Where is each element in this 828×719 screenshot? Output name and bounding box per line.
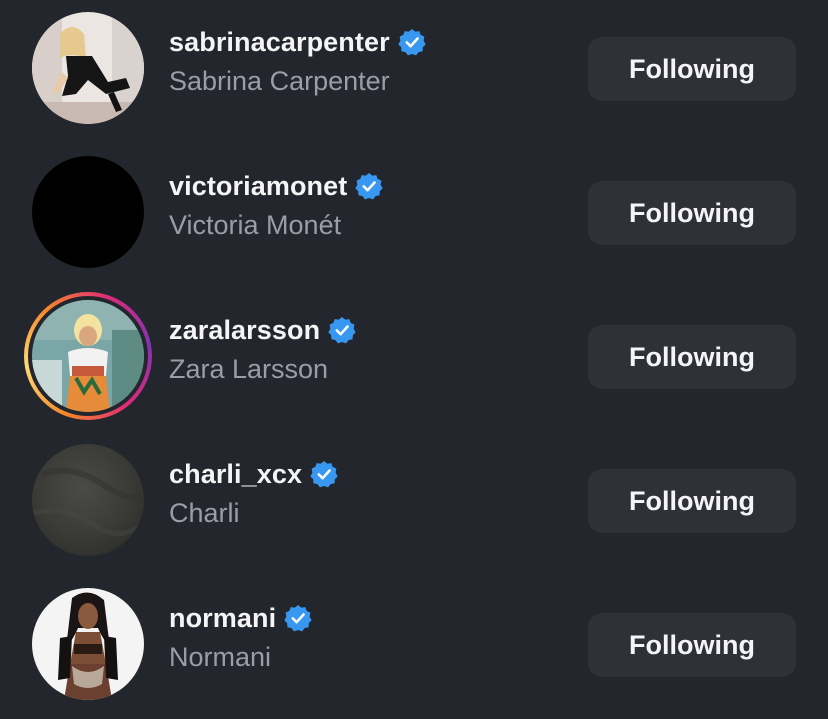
following-button[interactable]: Following [588,37,796,101]
full-name: Sabrina Carpenter [169,66,390,96]
verified-badge-icon [310,461,338,488]
list-item[interactable]: victoriamonet Victoria Monét Following [0,146,828,276]
following-button[interactable]: Following [588,613,796,677]
list-item[interactable]: charli_xcx Charli Following [0,434,828,564]
following-list: sabrinacarpenter Sabrina Carpenter Follo… [0,0,828,719]
full-name: Victoria Monét [169,210,342,240]
avatar[interactable] [32,444,144,556]
username[interactable]: normani [169,603,276,634]
avatar[interactable] [32,588,144,700]
username[interactable]: victoriamonet [169,171,347,202]
username[interactable]: charli_xcx [169,459,302,490]
avatar[interactable] [32,12,144,124]
verified-badge-icon [355,173,384,200]
story-ring[interactable] [24,292,152,420]
list-item[interactable]: sabrinacarpenter Sabrina Carpenter Follo… [0,2,828,132]
verified-badge-icon [397,29,426,56]
avatar[interactable] [32,300,144,412]
following-button[interactable]: Following [588,469,796,533]
verified-badge-icon [328,317,356,344]
full-name: Charli [169,498,240,528]
full-name: Zara Larsson [169,354,329,384]
list-item[interactable]: zaralarsson Zara Larsson Following [0,290,828,420]
list-item[interactable]: normani Normani Following [0,578,828,708]
avatar[interactable] [32,156,144,268]
verified-badge-icon [284,605,312,632]
username[interactable]: zaralarsson [169,315,320,346]
username[interactable]: sabrinacarpenter [169,27,390,58]
full-name: Normani [169,642,272,672]
following-button[interactable]: Following [588,325,796,389]
following-button[interactable]: Following [588,181,796,245]
